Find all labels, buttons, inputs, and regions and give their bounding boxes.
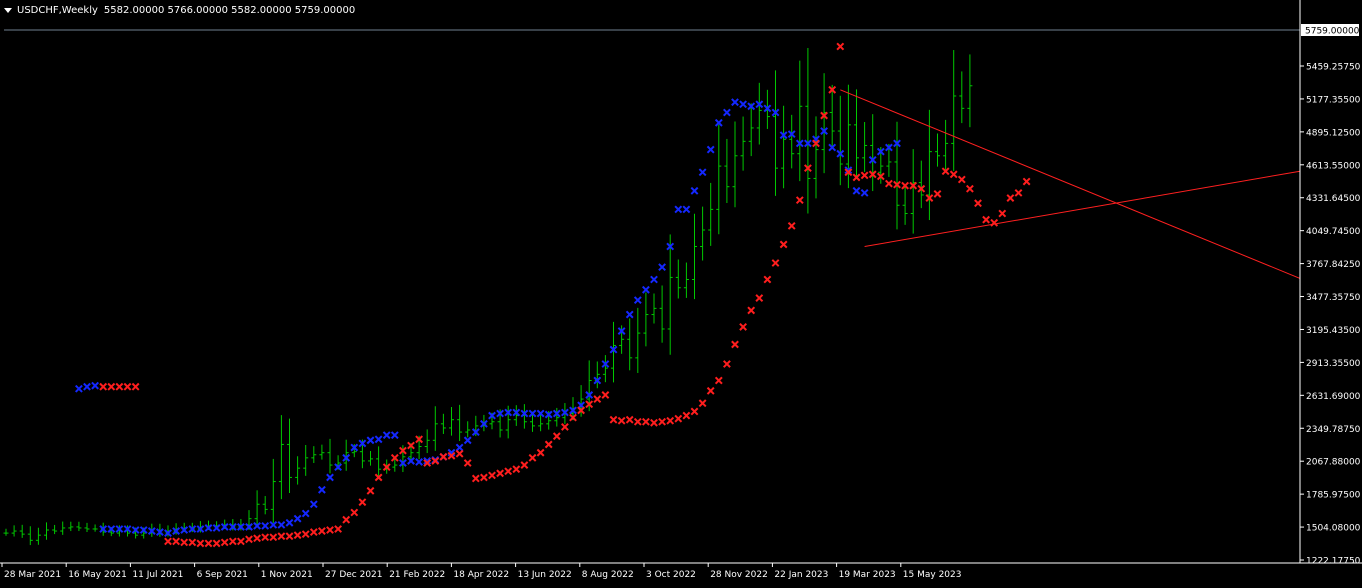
x-tick-label-13: 19 Mar 2023 [839,570,896,580]
x-tick-label-14: 15 May 2023 [903,570,962,580]
y-tick-label-7: 3477.35750 [1306,293,1361,303]
chart-header: USDCHF,Weekly 5582.00000 5766.00000 5582… [4,3,355,17]
dropdown-triangle-icon[interactable] [4,7,12,13]
y-tick-label-14: 1504.08000 [1306,524,1361,534]
x-tick-label-2: 11 Jul 2021 [132,570,183,580]
x-tick-label-8: 13 Jun 2022 [518,570,572,580]
y-tick-label-10: 2631.69000 [1306,392,1361,402]
x-tick-label-11: 28 Nov 2022 [710,570,768,580]
y-tick-label-12: 2067.88000 [1306,458,1361,468]
x-tick-label-1: 16 May 2021 [68,570,127,580]
chart-area[interactable]: 5759.00000 5459.25750 5177.35500 4895.1250… [0,0,1362,584]
x-tick-label-10: 3 Oct 2022 [646,570,696,580]
chart-background [0,0,1362,584]
y-tick-label-13: 1785.97500 [1306,491,1361,501]
y-tick-label-5: 4049.74500 [1306,227,1361,237]
x-tick-label-9: 8 Aug 2022 [582,570,634,580]
price-chart[interactable]: 5759.00000 5459.25750 5177.35500 4895.1250… [0,0,1362,584]
y-tick-label-3: 4613.55000 [1306,161,1361,171]
y-tick-label-1: 5177.35500 [1306,95,1361,105]
x-tick-label-0: 28 Mar 2021 [4,570,61,580]
x-tick-label-7: 18 Apr 2022 [453,570,509,580]
ohlc-label: 5582.00000 5766.00000 5582.00000 5759.00… [103,4,356,16]
x-tick-label-4: 1 Nov 2021 [261,570,313,580]
x-tick-label-6: 21 Feb 2022 [389,570,445,580]
y-tick-label-0: 5459.25750 [1306,63,1361,73]
y-tick-label-2: 4895.12500 [1306,128,1361,138]
y-tick-label-9: 2913.35500 [1306,359,1361,369]
x-tick-label-5: 27 Dec 2021 [325,570,383,580]
y-tick-label-8: 3195.43500 [1306,326,1361,336]
y-tick-label-4: 4331.64500 [1306,194,1361,204]
y-tick-label-6: 3767.84250 [1306,260,1361,270]
y-tick-label-15: 1222.17750 [1306,557,1361,567]
current-price-label: 5759.00000 [1305,27,1360,37]
y-tick-label-11: 2349.78750 [1306,425,1361,435]
x-tick-label-3: 6 Sep 2021 [197,570,248,580]
symbol-label: USDCHF,Weekly [17,4,98,16]
x-tick-label-12: 22 Jan 2023 [774,570,828,580]
